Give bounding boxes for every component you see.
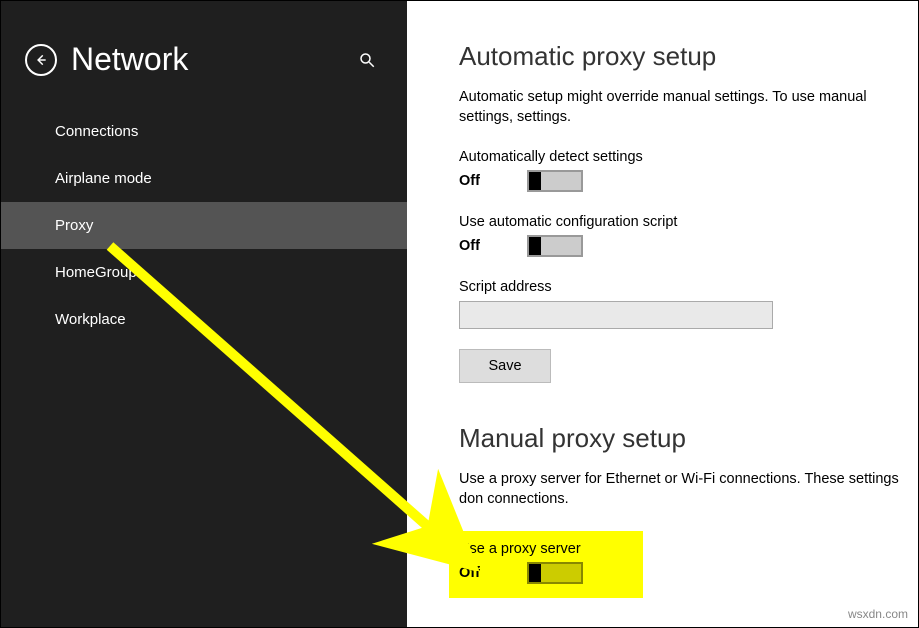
script-address-input[interactable] — [459, 301, 773, 329]
auto-detect-toggle[interactable] — [527, 170, 583, 192]
sidebar-item-proxy[interactable]: Proxy — [1, 202, 407, 249]
automatic-heading: Automatic proxy setup — [459, 41, 918, 72]
search-icon — [358, 51, 376, 69]
sidebar-item-workplace[interactable]: Workplace — [1, 296, 407, 343]
auto-script-label: Use automatic configuration script — [459, 214, 918, 230]
use-proxy-label: Use a proxy server — [459, 541, 583, 557]
search-button[interactable] — [351, 44, 383, 76]
auto-script-toggle[interactable] — [527, 235, 583, 257]
sidebar-header: Network — [1, 41, 407, 108]
auto-detect-state: Off — [459, 173, 487, 189]
save-button[interactable]: Save — [459, 349, 551, 383]
sidebar-nav: Connections Airplane mode Proxy HomeGrou… — [1, 108, 407, 343]
auto-script-state: Off — [459, 238, 487, 254]
script-address-label: Script address — [459, 279, 918, 295]
sidebar-item-connections[interactable]: Connections — [1, 108, 407, 155]
back-button[interactable] — [25, 44, 57, 76]
arrow-left-icon — [34, 53, 48, 67]
auto-detect-label: Automatically detect settings — [459, 149, 918, 165]
use-proxy-toggle[interactable] — [527, 562, 583, 584]
manual-heading: Manual proxy setup — [459, 423, 918, 454]
sidebar-item-homegroup[interactable]: HomeGroup — [1, 249, 407, 296]
auto-script-setting: Use automatic configuration script Off — [459, 214, 918, 257]
automatic-description: Automatic setup might override manual se… — [459, 88, 918, 127]
manual-description: Use a proxy server for Ethernet or Wi-Fi… — [459, 470, 918, 509]
page-title: Network — [71, 41, 351, 78]
use-proxy-state: Off — [459, 565, 487, 581]
script-address-setting: Script address Save — [459, 279, 918, 383]
content-pane: Automatic proxy setup Automatic setup mi… — [407, 1, 918, 627]
auto-detect-setting: Automatically detect settings Off — [459, 149, 918, 192]
sidebar: Network Connections Airplane mode Proxy … — [1, 1, 407, 627]
watermark: wsxdn.com — [848, 607, 908, 621]
sidebar-item-airplane-mode[interactable]: Airplane mode — [1, 155, 407, 202]
manual-section: Manual proxy setup Use a proxy server fo… — [459, 423, 918, 598]
use-proxy-highlight: Use a proxy server Off — [449, 531, 643, 598]
